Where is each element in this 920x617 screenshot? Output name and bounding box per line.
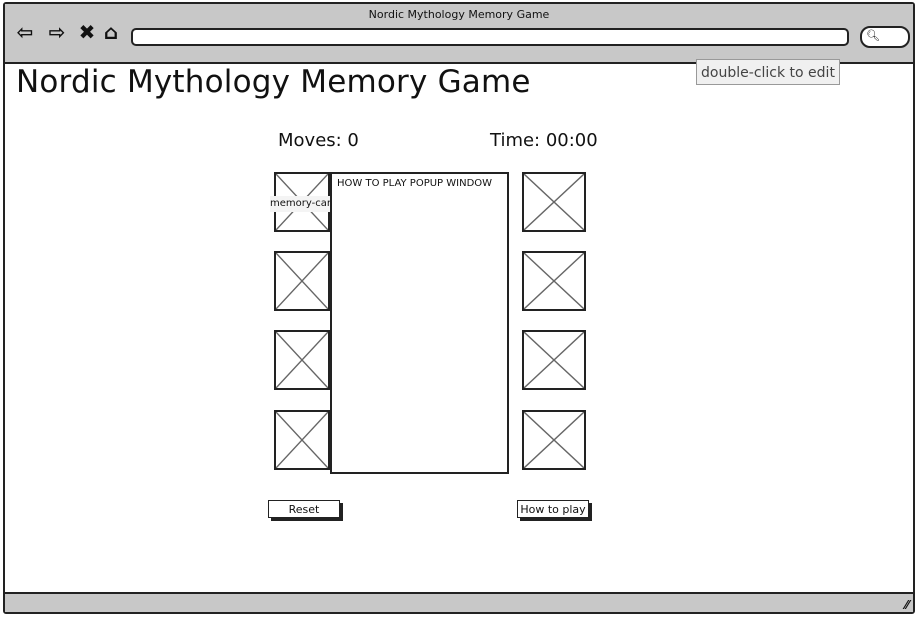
memory-card[interactable] [522, 251, 586, 311]
placeholder-x-icon [524, 332, 584, 388]
placeholder-x-icon [524, 174, 584, 230]
window-title: Nordic Mythology Memory Game [368, 8, 550, 21]
close-x-icon[interactable]: ✖ [75, 20, 99, 44]
popup-title: HOW TO PLAY POPUP WINDOW [337, 178, 493, 189]
memory-card[interactable] [274, 330, 330, 390]
browser-titlebar: Nordic Mythology Memory Game ⇦ ⇨ ✖ ⌂ 🔍︎ [5, 4, 913, 64]
how-to-play-popup: HOW TO PLAY POPUP WINDOW [330, 172, 509, 474]
how-to-play-button[interactable]: How to play [517, 500, 589, 518]
moves-counter: Moves: 0 [278, 130, 359, 151]
search-box[interactable]: 🔍︎ [860, 26, 910, 48]
memory-card[interactable] [522, 410, 586, 470]
back-arrow-icon[interactable]: ⇦ [13, 20, 37, 44]
memory-card[interactable] [522, 172, 586, 232]
memory-card[interactable] [274, 251, 330, 311]
search-icon: 🔍︎ [866, 29, 880, 42]
forward-arrow-icon[interactable]: ⇨ [45, 20, 69, 44]
browser-statusbar: ⁄⁄ [5, 592, 913, 612]
edit-tooltip: double-click to edit [696, 59, 840, 85]
memory-card[interactable] [274, 410, 330, 470]
placeholder-x-icon [276, 253, 328, 309]
memory-card[interactable] [522, 330, 586, 390]
placeholder-x-icon [524, 412, 584, 468]
placeholder-x-icon [276, 412, 328, 468]
placeholder-x-icon [524, 253, 584, 309]
address-bar[interactable] [131, 28, 849, 46]
reset-button[interactable]: Reset [268, 500, 340, 518]
time-counter: Time: 00:00 [490, 130, 598, 151]
placeholder-x-icon [276, 332, 328, 388]
resize-grip-icon[interactable]: ⁄⁄ [905, 598, 909, 612]
page-title: Nordic Mythology Memory Game [16, 64, 531, 100]
memory-card-label: memory-card [270, 196, 332, 212]
home-icon[interactable]: ⌂ [99, 20, 123, 44]
